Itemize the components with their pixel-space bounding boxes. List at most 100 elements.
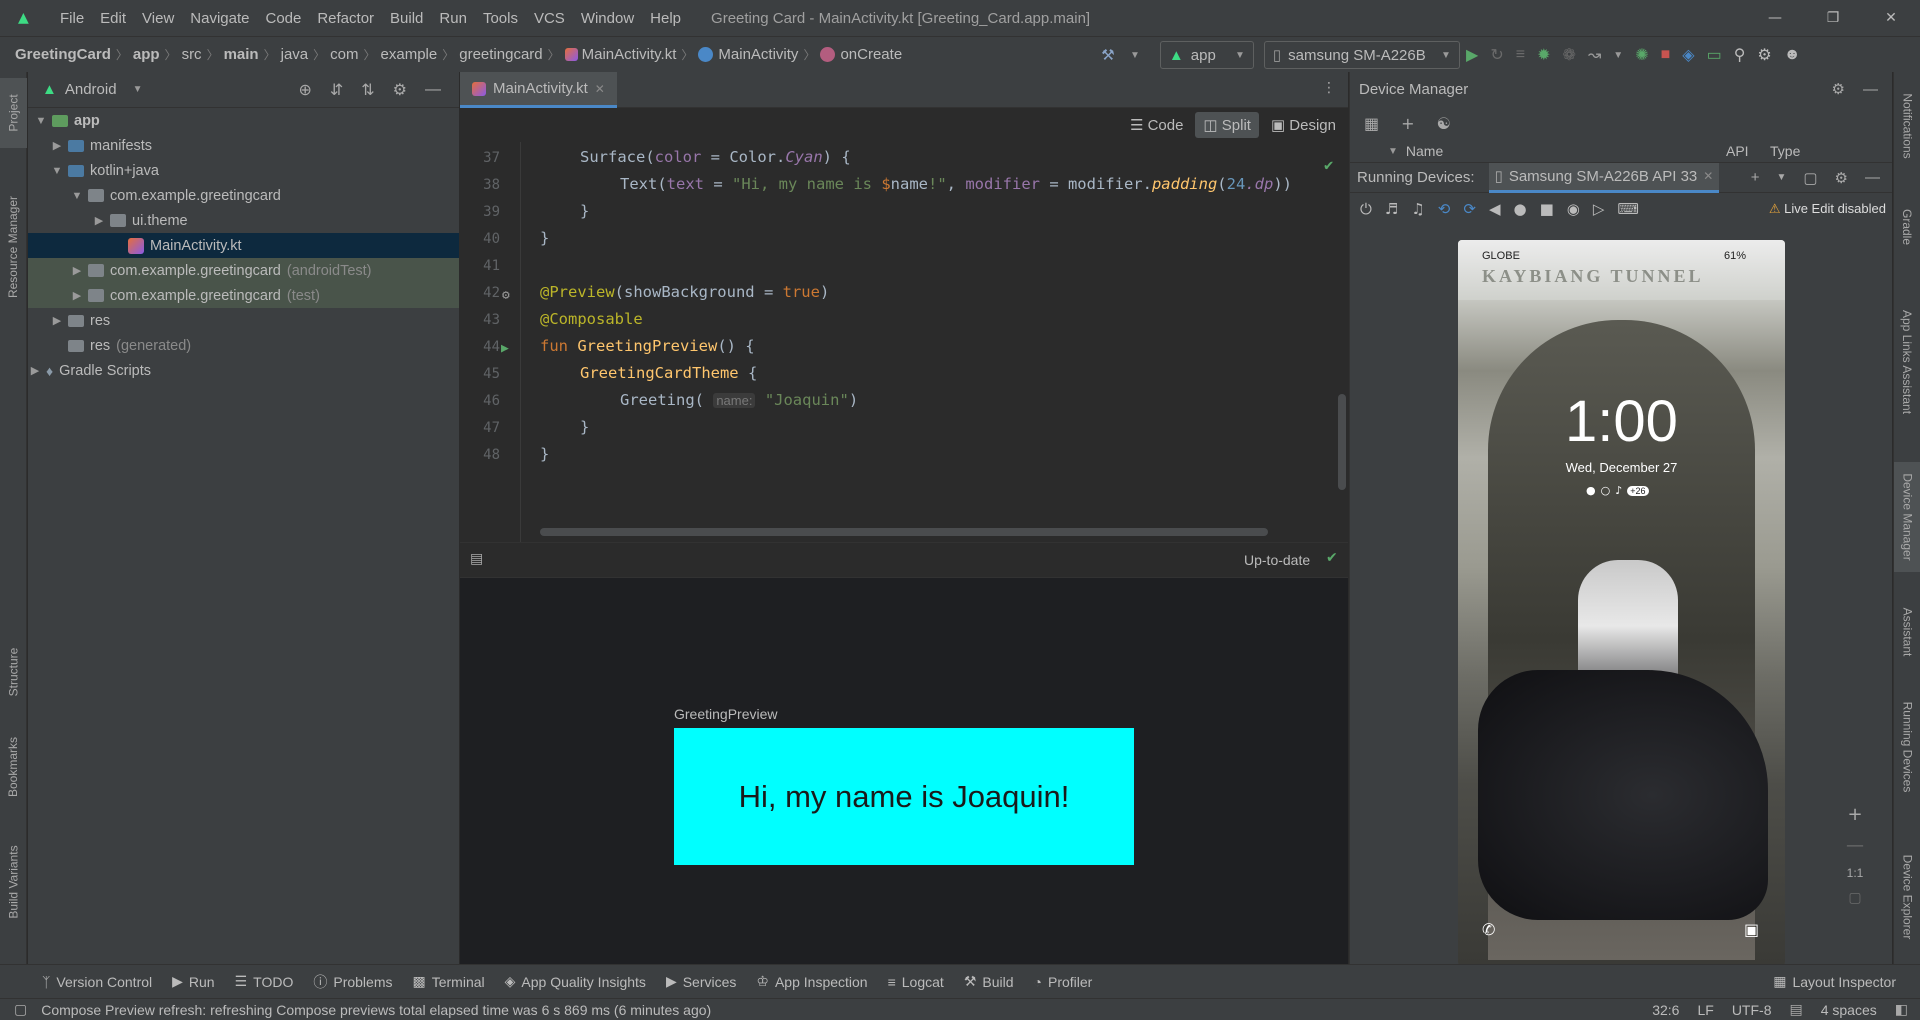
- add-icon[interactable]: +: [1751, 169, 1760, 186]
- status-message[interactable]: Compose Preview refresh: refreshing Comp…: [41, 1002, 711, 1018]
- run-icon[interactable]: ▶: [1466, 45, 1478, 65]
- menu-help[interactable]: Help: [642, 10, 689, 27]
- run-config-select[interactable]: ▲ app ▼: [1159, 41, 1254, 69]
- sync-gradle-icon[interactable]: ◈: [1682, 45, 1694, 65]
- profile-icon[interactable]: ↝: [1588, 45, 1601, 65]
- crumb-greetingcard[interactable]: greetingcard: [459, 46, 542, 63]
- chevron-right-icon[interactable]: ▶: [50, 139, 64, 152]
- crumb-project[interactable]: GreetingCard: [15, 46, 111, 63]
- view-design-button[interactable]: ▣ Design: [1263, 112, 1344, 138]
- rotate-left-icon[interactable]: ⟲: [1438, 200, 1451, 218]
- chevron-right-icon[interactable]: ▶: [92, 214, 106, 227]
- lock-icon[interactable]: ◧: [1895, 1001, 1908, 1018]
- crumb-module[interactable]: app: [133, 46, 160, 63]
- project-view-select[interactable]: Android: [65, 81, 117, 98]
- gear-icon[interactable]: ⚙: [502, 288, 510, 303]
- chevron-down-icon[interactable]: ▼: [1776, 172, 1786, 183]
- menu-vcs[interactable]: VCS: [526, 10, 573, 27]
- read-only-icon[interactable]: ▤: [1789, 1001, 1802, 1018]
- crumb-com[interactable]: com: [330, 46, 358, 63]
- add-device-icon[interactable]: +: [1401, 114, 1414, 133]
- zoom-out-icon[interactable]: —: [1846, 835, 1864, 856]
- horizontal-scrollbar[interactable]: [540, 528, 1268, 536]
- tree-item-kotlin-java[interactable]: ▼ kotlin+java: [28, 158, 459, 183]
- zoom-fit-icon[interactable]: ▢: [1848, 890, 1861, 906]
- file-encoding[interactable]: UTF-8: [1732, 1002, 1772, 1018]
- indent-setting[interactable]: 4 spaces: [1821, 1002, 1877, 1018]
- menu-edit[interactable]: Edit: [92, 10, 134, 27]
- device-screen[interactable]: GLOBE 61% KAYBIANG TUNNEL 1:00 Wed, Dece…: [1458, 240, 1785, 966]
- running-device-tab[interactable]: ▯ Samsung SM-A226B API 33 ✕: [1488, 162, 1720, 193]
- app-inspection-icon[interactable]: ✺: [1635, 45, 1648, 65]
- minimize-icon[interactable]: —: [1746, 0, 1804, 36]
- screenshot-icon[interactable]: ◉: [1567, 200, 1580, 218]
- locate-icon[interactable]: ⊕: [298, 80, 311, 100]
- tab-device-explorer[interactable]: Device Explorer: [1894, 842, 1920, 952]
- code-editor[interactable]: ✔ 37 38 39 40 41 42 43 44 45 46 47 48 ⚙ …: [460, 142, 1348, 542]
- tool-app-quality[interactable]: ◈ App Quality Insights: [495, 973, 656, 990]
- line-separator[interactable]: LF: [1697, 1002, 1713, 1018]
- keyboard-icon[interactable]: ⌨: [1617, 200, 1639, 218]
- close-tab-icon[interactable]: ✕: [595, 82, 605, 96]
- tab-build-variants[interactable]: Build Variants: [0, 827, 27, 937]
- tab-mainactivity[interactable]: MainActivity.kt ✕: [460, 72, 617, 108]
- menu-build[interactable]: Build: [382, 10, 431, 27]
- tree-item-package-test[interactable]: ▶ com.example.greetingcard (test): [28, 283, 459, 308]
- tab-running-devices[interactable]: Running Devices: [1894, 692, 1920, 802]
- caret-position[interactable]: 32:6: [1652, 1002, 1679, 1018]
- hide-panel-icon[interactable]: —: [1865, 169, 1880, 186]
- settings-gear-icon[interactable]: ⚙: [393, 80, 407, 100]
- chevron-right-icon[interactable]: ▶: [70, 264, 84, 277]
- tab-app-links[interactable]: App Links Assistant: [1894, 292, 1920, 432]
- preview-card[interactable]: Hi, my name is Joaquin!: [674, 728, 1134, 865]
- chevron-down-icon[interactable]: ▼: [34, 115, 48, 127]
- zoom-in-icon[interactable]: +: [1847, 804, 1862, 825]
- menu-run[interactable]: Run: [431, 10, 475, 27]
- tab-gradle[interactable]: Gradle: [1894, 192, 1920, 262]
- preview-layout-icon[interactable]: ▤: [470, 551, 483, 567]
- close-icon[interactable]: ✕: [1862, 0, 1920, 36]
- chevron-down-icon[interactable]: ▼: [50, 165, 64, 177]
- tree-item-res[interactable]: ▶ res: [28, 308, 459, 333]
- account-icon[interactable]: ☻: [1784, 46, 1801, 64]
- crumb-java[interactable]: java: [281, 46, 309, 63]
- device-manager-icon[interactable]: ▭: [1707, 45, 1722, 65]
- run-preview-icon[interactable]: ▶: [501, 341, 509, 356]
- phone-call-icon[interactable]: ✆: [1482, 920, 1495, 939]
- volume-down-icon[interactable]: ♫: [1411, 200, 1424, 218]
- settings-gear-icon[interactable]: ⚙: [1757, 45, 1771, 65]
- menu-code[interactable]: Code: [257, 10, 309, 27]
- volume-up-icon[interactable]: ♬: [1385, 200, 1398, 218]
- view-split-button[interactable]: ◫ Split: [1195, 112, 1259, 138]
- tool-run[interactable]: ▶ Run: [162, 973, 224, 990]
- screen-record-icon[interactable]: ▷: [1593, 200, 1605, 218]
- tab-notifications[interactable]: Notifications: [1894, 76, 1920, 176]
- menu-tools[interactable]: Tools: [475, 10, 526, 27]
- tree-item-res-generated[interactable]: res (generated): [28, 333, 459, 358]
- collapse-all-icon[interactable]: ⇅: [361, 80, 374, 100]
- column-type[interactable]: Type: [1770, 143, 1800, 159]
- compose-preview[interactable]: GreetingPreview Hi, my name is Joaquin!: [460, 578, 1348, 964]
- restore-icon[interactable]: ❐: [1804, 0, 1862, 36]
- back-icon[interactable]: ◀: [1489, 200, 1501, 218]
- tab-bookmarks[interactable]: Bookmarks: [0, 722, 27, 812]
- overview-icon[interactable]: ■: [1540, 200, 1554, 218]
- chevron-down-icon[interactable]: ▼: [1130, 50, 1140, 61]
- apply-code-changes-icon[interactable]: ≡: [1516, 46, 1525, 64]
- menu-window[interactable]: Window: [573, 10, 642, 27]
- crumb-main[interactable]: main: [224, 46, 259, 63]
- column-name[interactable]: Name: [1406, 143, 1443, 159]
- tab-structure[interactable]: Structure: [0, 632, 27, 712]
- chevron-down-icon[interactable]: ▼: [1613, 50, 1623, 61]
- chevron-down-icon[interactable]: ▼: [133, 84, 143, 95]
- rotate-right-icon[interactable]: ⟳: [1463, 200, 1476, 218]
- device-list-icon[interactable]: ▦: [1364, 114, 1379, 133]
- menu-view[interactable]: View: [134, 10, 182, 27]
- tool-services[interactable]: ▶ Services: [656, 973, 746, 990]
- tool-build[interactable]: ⚒ Build: [954, 973, 1024, 990]
- attach-debugger-icon[interactable]: ❁: [1562, 45, 1575, 65]
- device-select[interactable]: ▯ samsung SM-A226B ▼: [1263, 41, 1460, 69]
- pair-wifi-icon[interactable]: ☯: [1437, 114, 1451, 133]
- close-tab-icon[interactable]: ✕: [1703, 169, 1713, 183]
- vertical-scrollbar[interactable]: [1338, 394, 1346, 490]
